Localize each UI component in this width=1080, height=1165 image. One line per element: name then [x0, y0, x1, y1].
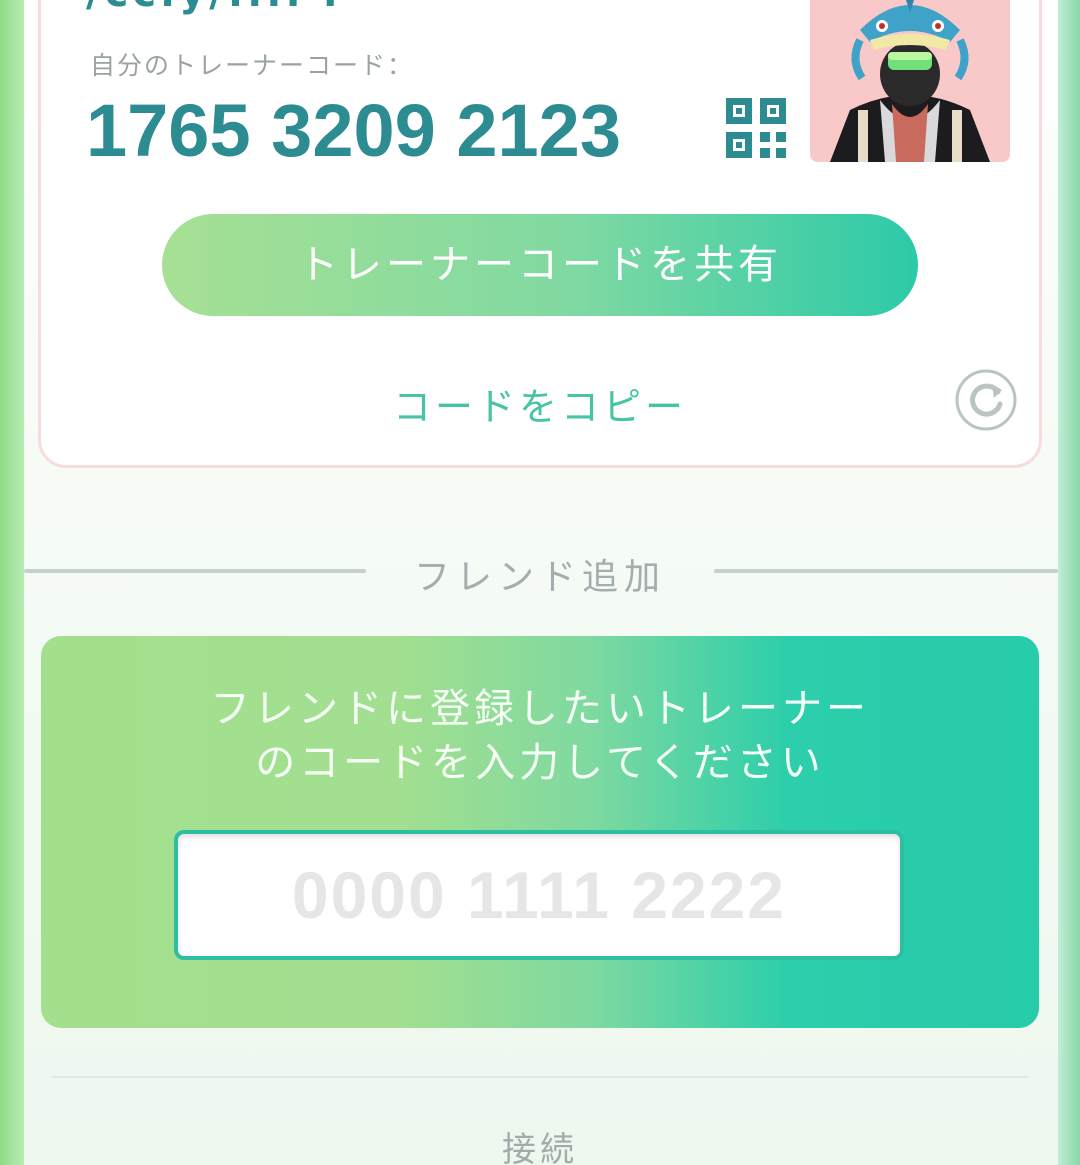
trainer-avatar[interactable] [810, 0, 1010, 162]
refresh-icon[interactable] [954, 368, 1018, 432]
friend-code-input-frame [174, 830, 904, 960]
bottom-divider [52, 1076, 1028, 1078]
section-divider-left [24, 569, 366, 573]
trainer-code-label: 自分のトレーナーコード： [90, 51, 415, 80]
qr-code-icon[interactable] [726, 98, 786, 158]
trainer-name-clipped: /cc.y/.... . [86, 0, 342, 16]
left-edge-rail [0, 0, 24, 1165]
add-friend-section-title: フレンド追加 [413, 557, 666, 598]
add-friend-instruction: フレンドに登録したいトレーナーのコードを入力してください [210, 686, 870, 786]
section-divider-right [714, 569, 1058, 573]
share-trainer-code-button[interactable]: トレーナーコードを共有 [162, 214, 918, 316]
right-edge-rail [1058, 0, 1080, 1165]
connection-section-label: 接続 [502, 1130, 578, 1165]
copy-code-link[interactable]: コードをコピー [340, 376, 740, 431]
friend-code-input[interactable] [178, 834, 900, 956]
trainer-code-value: 1765 3209 2123 [86, 89, 621, 172]
